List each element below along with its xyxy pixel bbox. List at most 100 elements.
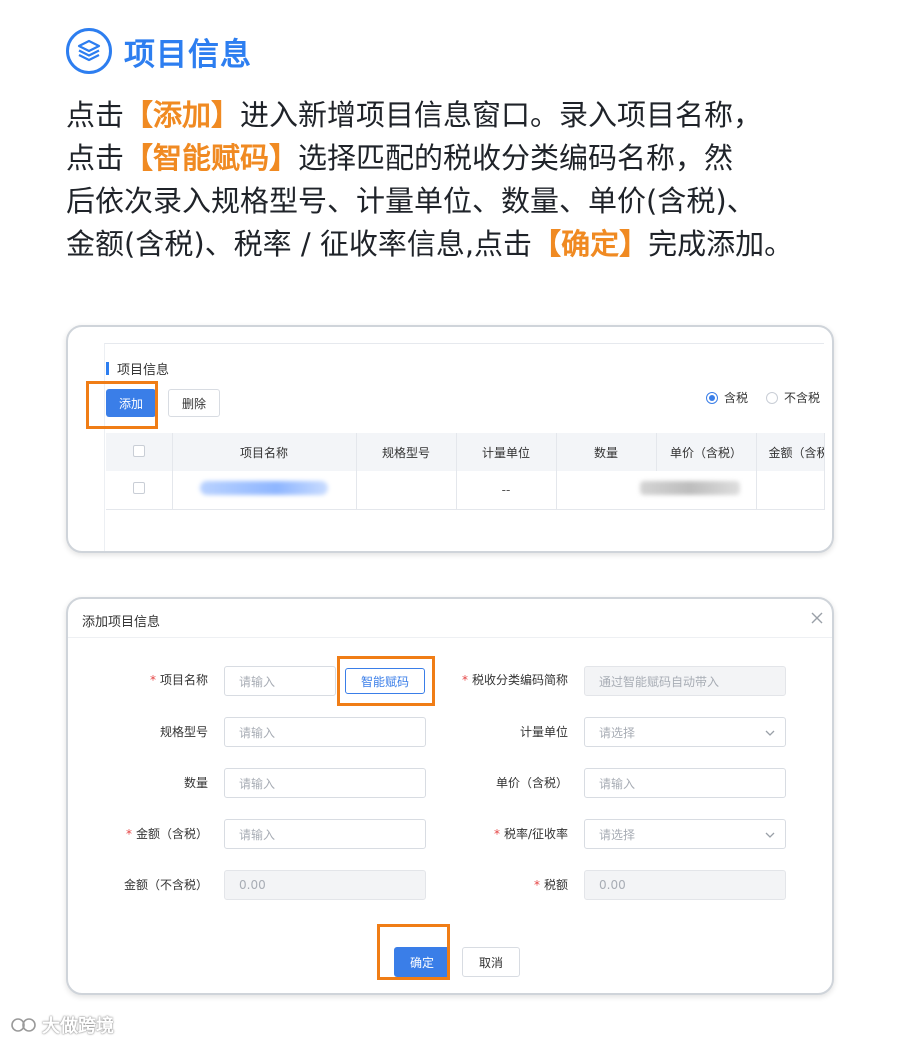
placeholder: 请输入 xyxy=(239,776,276,791)
placeholder: 通过智能赋码自动带入 xyxy=(599,674,720,689)
tax-rate-label: * 税率/征收率 xyxy=(494,825,568,842)
column-header: 单价（含税） xyxy=(656,433,757,471)
required-mark: * xyxy=(149,673,156,687)
label-text: 税率/征收率 xyxy=(503,827,568,841)
dialog-title: 添加项目信息 xyxy=(82,615,161,630)
item-name-label: * 项目名称 xyxy=(150,671,208,688)
row-checkbox[interactable] xyxy=(132,482,145,495)
column-header: 规格型号 xyxy=(356,433,457,471)
text-span: 进入新增项目信息窗口。录入项目名称， xyxy=(240,98,763,132)
text-span: 金额(含税)、税率 / 征收率信息,点击 xyxy=(66,227,533,261)
column-header: 计量单位 xyxy=(456,433,557,471)
radio-tax-exclusive[interactable] xyxy=(765,391,778,404)
section-header: 项目信息 xyxy=(66,26,252,76)
select-all-cell xyxy=(106,433,173,471)
price-cell xyxy=(640,471,757,510)
price-input[interactable]: 请输入 xyxy=(584,768,786,798)
spec-cell xyxy=(356,471,457,510)
instruction-text: 点击【添加】进入新增项目信息窗口。录入项目名称， 点击【智能赋码】选择匹配的税收… xyxy=(66,94,856,266)
quantity-label: 数量 xyxy=(183,776,208,790)
tax-code-input: 通过智能赋码自动带入 xyxy=(584,666,786,696)
required-mark: * xyxy=(533,878,540,892)
list-panel-title: 项目信息 xyxy=(106,359,169,378)
dialog-divider xyxy=(68,637,832,638)
amount-incl-input[interactable]: 请输入 xyxy=(224,819,426,849)
radio-tax-exclusive-label: 不含税 xyxy=(783,391,820,405)
placeholder: 请选择 xyxy=(599,827,636,842)
unit-select[interactable]: 请选择 xyxy=(584,717,786,747)
tax-code-label: * 税收分类编码简称 xyxy=(462,671,568,688)
placeholder: 请输入 xyxy=(239,674,276,689)
highlight-add: 【添加】 xyxy=(124,98,241,132)
value-text: 0.00 xyxy=(239,878,266,892)
instruction-line-3: 后依次录入规格型号、计量单位、数量、单价(含税)、 xyxy=(66,184,756,218)
row-select-cell xyxy=(106,471,173,510)
amount-cell xyxy=(756,471,825,510)
text-span: 点击 xyxy=(66,141,125,175)
text-span: 完成添加。 xyxy=(648,227,794,261)
quantity-input[interactable]: 请输入 xyxy=(224,768,426,798)
placeholder: 请输入 xyxy=(599,776,636,791)
tax-mode-radio-group: 含税 不含税 xyxy=(705,389,820,406)
amount-incl-label: * 金额（含税） xyxy=(126,825,208,842)
highlight-confirm: 【确定】 xyxy=(532,227,649,261)
radio-tax-inclusive-label: 含税 xyxy=(723,391,748,405)
required-mark: * xyxy=(125,827,132,841)
label-text: 税额 xyxy=(543,878,568,892)
instruction-line-4: 金额(含税)、税率 / 征收率信息,点击【确定】完成添加。 xyxy=(66,223,856,266)
tax-rate-select[interactable]: 请选择 xyxy=(584,819,786,849)
column-header: 数量 xyxy=(556,433,657,471)
required-mark: * xyxy=(461,673,468,687)
chevron-down-icon xyxy=(765,829,775,839)
watermark-text: 大做跨境 xyxy=(42,1016,114,1037)
add-item-dialog: 添加项目信息 * 项目名称 请输入 智能赋码 * 税收分类编码简称 通过智能赋码自动… xyxy=(66,597,834,995)
column-header: 金额（含税 xyxy=(756,433,825,471)
highlight-smart-code: 【智能赋码】 xyxy=(124,141,299,175)
value-text: 0.00 xyxy=(599,878,626,892)
required-mark: * xyxy=(493,827,500,841)
text-span: 选择匹配的税收分类编码名称，然 xyxy=(298,141,734,175)
tax-amount-field: 0.00 xyxy=(584,870,786,900)
close-icon[interactable] xyxy=(808,609,826,627)
instruction-line-2: 点击【智能赋码】选择匹配的税收分类编码名称，然 xyxy=(66,137,856,180)
watermark: 大做跨境 xyxy=(10,1012,114,1038)
list-panel-title-text: 项目信息 xyxy=(117,363,170,378)
label-text: 金额（含税） xyxy=(135,827,208,841)
label-text: 项目名称 xyxy=(159,673,208,687)
select-all-checkbox[interactable] xyxy=(132,444,145,457)
placeholder: 请输入 xyxy=(239,725,276,740)
unit-cell: -- xyxy=(456,471,557,510)
item-name-cell xyxy=(172,471,357,510)
table-row[interactable]: -- xyxy=(106,471,825,510)
text-span: 点击 xyxy=(66,98,125,132)
title-accent-bar xyxy=(106,362,109,375)
delete-button[interactable]: 删除 xyxy=(168,389,220,417)
amount-excl-field: 0.00 xyxy=(224,870,426,900)
label-text: 税收分类编码简称 xyxy=(471,673,568,687)
smart-code-highlight xyxy=(337,656,435,706)
tax-amount-label: * 税额 xyxy=(534,876,568,893)
table-header-row: 项目名称 规格型号 计量单位 数量 单价（含税） 金额（含税 xyxy=(106,433,825,471)
amount-excl-label: 金额（不含税） xyxy=(123,878,208,892)
instruction-line-1: 点击【添加】进入新增项目信息窗口。录入项目名称， xyxy=(66,94,856,137)
spec-input[interactable]: 请输入 xyxy=(224,717,426,747)
price-label: 单价（含税） xyxy=(495,776,568,790)
placeholder: 请输入 xyxy=(239,827,276,842)
spec-label: 规格型号 xyxy=(159,725,208,739)
unit-label: 计量单位 xyxy=(519,725,568,739)
radio-tax-inclusive[interactable] xyxy=(705,391,718,404)
column-header: 项目名称 xyxy=(172,433,357,471)
placeholder: 请选择 xyxy=(599,725,636,740)
add-button-highlight xyxy=(86,381,158,429)
layers-icon xyxy=(66,28,112,74)
redacted-price xyxy=(640,481,740,496)
section-title: 项目信息 xyxy=(124,36,252,73)
chevron-down-icon xyxy=(765,727,775,737)
item-name-input[interactable]: 请输入 xyxy=(224,666,336,696)
item-list-screenshot: 项目信息 添加 删除 含税 不含税 项目名称 规格型号 计量单位 数量 单价（含… xyxy=(66,325,834,553)
confirm-button-highlight xyxy=(377,924,450,980)
redacted-item-name xyxy=(200,481,328,496)
watermark-logo xyxy=(11,1018,36,1032)
cancel-button[interactable]: 取消 xyxy=(462,947,520,977)
item-table: 项目名称 规格型号 计量单位 数量 单价（含税） 金额（含税 -- xyxy=(106,433,825,510)
